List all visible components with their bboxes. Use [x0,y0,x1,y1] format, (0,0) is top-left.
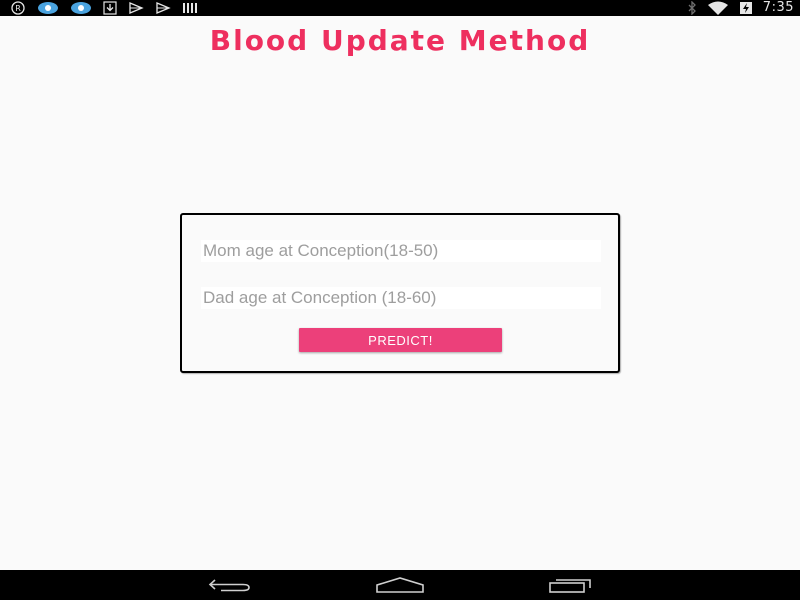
battery-charging-icon [739,2,752,14]
mom-age-input[interactable] [201,240,601,262]
app-screen: R 7:35 Blood Update Method Mom age at Co… [0,0,800,600]
registered-icon: R [11,1,25,15]
status-bar: R 7:35 [0,0,800,16]
app-icon [71,2,91,14]
barcode-icon [183,3,197,13]
download-icon [103,1,117,15]
recents-icon [549,579,591,593]
back-icon [208,579,250,592]
bluetooth-icon [688,1,696,15]
recents-button[interactable] [545,575,595,595]
play-store-icon [156,2,171,14]
notification-icons: R [10,1,198,15]
home-icon [376,577,424,593]
navigation-bar [0,570,800,600]
dad-age-input[interactable] [201,287,601,309]
wifi-icon [707,1,728,15]
prediction-form-card: PREDICT! [180,213,620,373]
back-button[interactable] [205,575,255,595]
home-button[interactable] [375,575,425,595]
predict-button[interactable]: PREDICT! [299,328,502,352]
app-title: Blood Update Method [209,24,591,57]
system-icons: 7:35 [687,0,794,16]
status-clock: 7:35 [762,0,794,15]
app-icon [38,2,58,14]
play-store-icon [129,2,144,14]
svg-text:R: R [15,4,21,13]
